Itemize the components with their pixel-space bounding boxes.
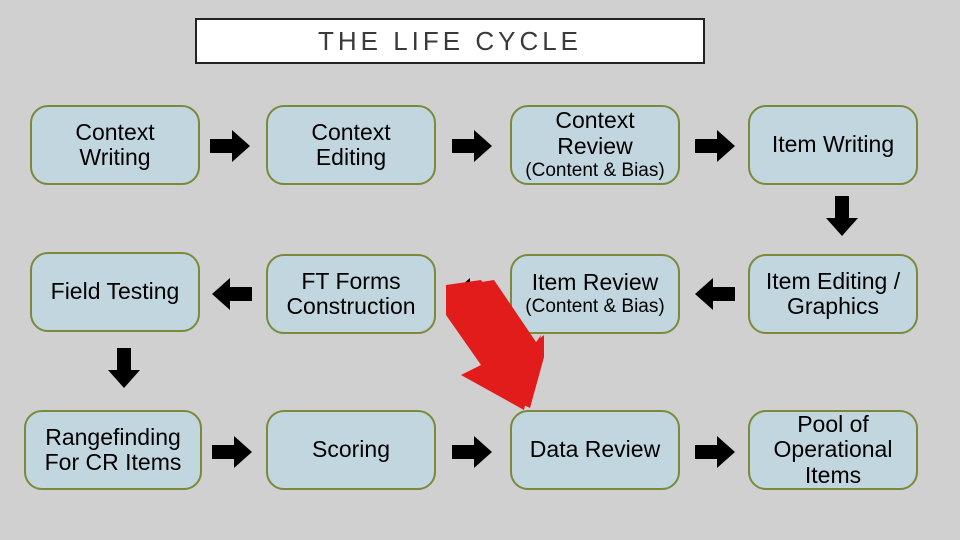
node-label: FT Forms Construction xyxy=(274,269,428,320)
arrow-right-icon xyxy=(210,130,250,162)
arrow-right-icon xyxy=(695,130,735,162)
node-label: Item Writing xyxy=(772,132,894,157)
node-context-writing: Context Writing xyxy=(30,105,200,185)
node-item-writing: Item Writing xyxy=(748,105,918,185)
node-label: Scoring xyxy=(312,437,390,462)
page-title: THE LIFE CYCLE xyxy=(318,26,582,57)
node-scoring: Scoring xyxy=(266,410,436,490)
node-label: Item Review xyxy=(532,270,659,295)
arrow-right-icon xyxy=(212,436,252,468)
node-ft-forms: FT Forms Construction xyxy=(266,254,436,334)
arrow-right-icon xyxy=(452,130,492,162)
arrow-right-icon xyxy=(695,436,735,468)
node-data-review: Data Review xyxy=(510,410,680,490)
arrow-left-icon xyxy=(695,278,735,310)
arrow-right-icon xyxy=(452,436,492,468)
node-field-testing: Field Testing xyxy=(30,252,200,332)
node-label: Context Review xyxy=(518,108,672,159)
node-label: Pool of Operational Items xyxy=(756,412,910,488)
node-label: Context Writing xyxy=(38,120,192,171)
title-box: THE LIFE CYCLE xyxy=(195,18,705,64)
arrow-down-icon xyxy=(826,196,858,236)
node-label: Item Editing / Graphics xyxy=(756,269,910,320)
node-label: Rangefinding For CR Items xyxy=(32,425,194,476)
node-item-editing: Item Editing / Graphics xyxy=(748,254,918,334)
node-pool-operational: Pool of Operational Items xyxy=(748,410,918,490)
node-label: Field Testing xyxy=(51,279,180,304)
node-context-editing: Context Editing xyxy=(266,105,436,185)
arrow-left-icon xyxy=(452,278,492,310)
node-context-review: Context Review (Content & Bias) xyxy=(510,105,680,185)
node-rangefinding: Rangefinding For CR Items xyxy=(24,410,202,490)
node-label: Context Editing xyxy=(274,120,428,171)
arrow-down-icon xyxy=(108,348,140,388)
node-sublabel: (Content & Bias) xyxy=(525,161,664,182)
node-label: Data Review xyxy=(530,437,660,462)
node-item-review: Item Review (Content & Bias) xyxy=(510,254,680,334)
node-sublabel: (Content & Bias) xyxy=(525,297,664,318)
arrow-left-icon xyxy=(212,278,252,310)
